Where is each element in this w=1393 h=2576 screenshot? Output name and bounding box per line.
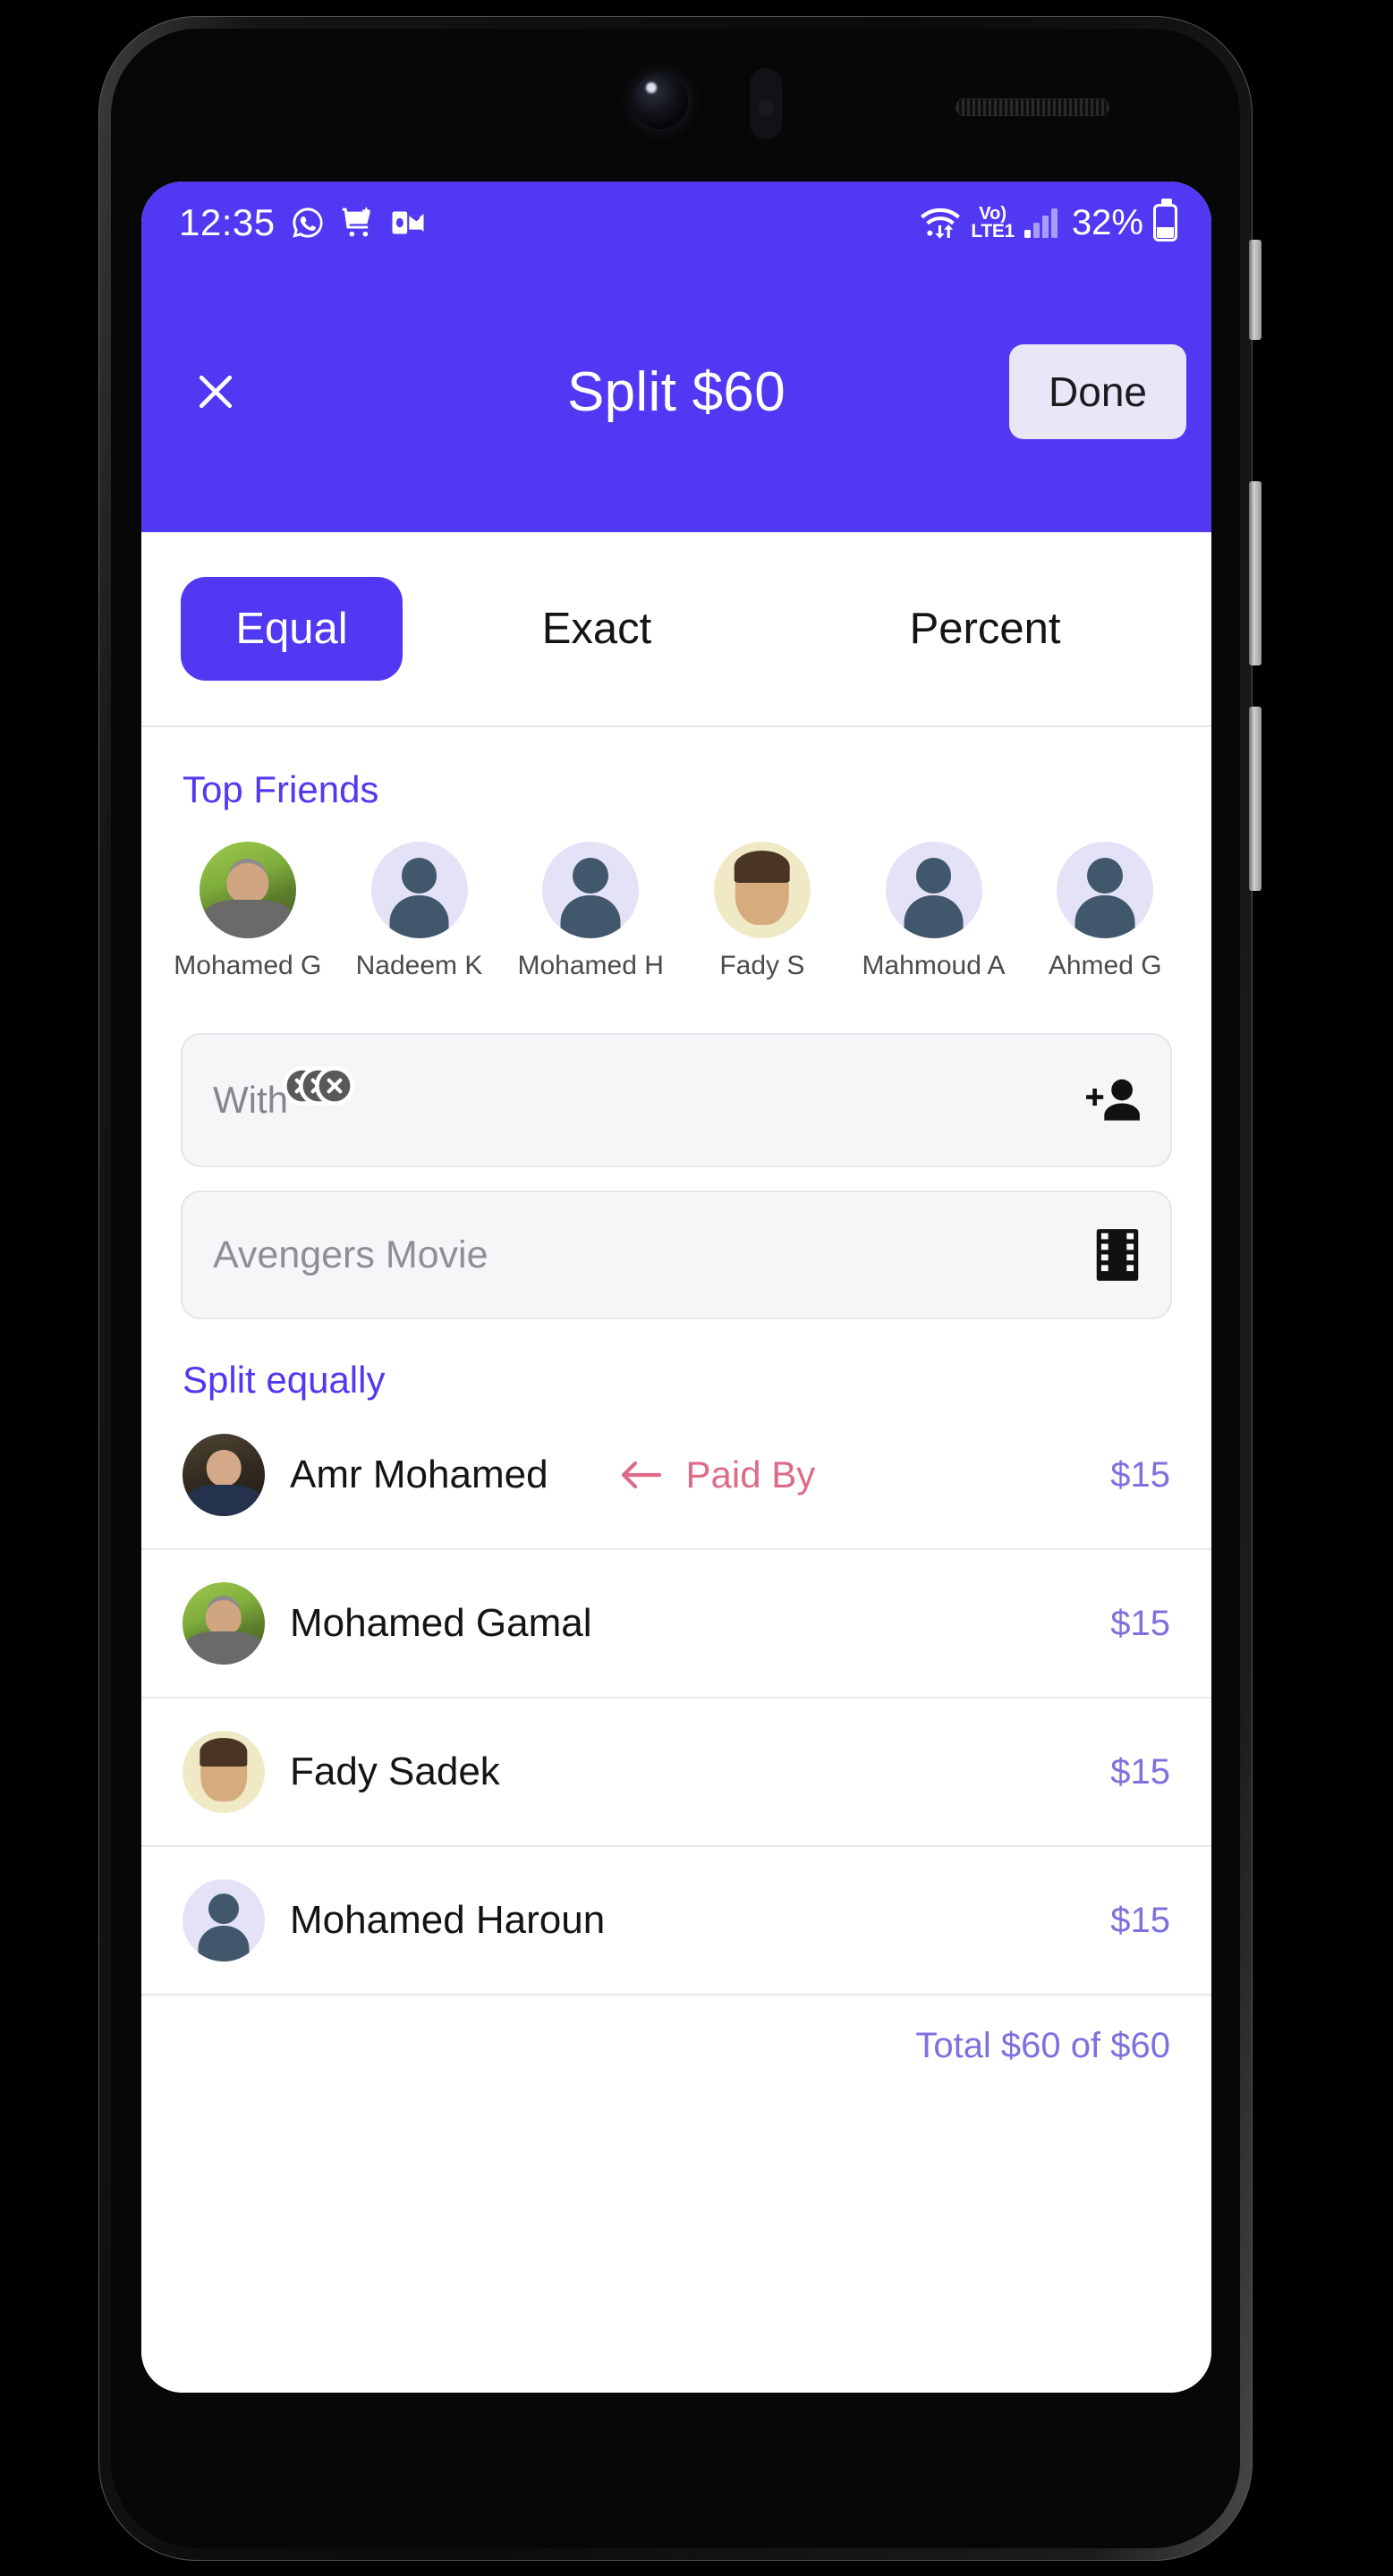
close-icon [199,375,233,409]
selected-participants-bar[interactable]: With [181,1033,1172,1167]
app-header: Split $60 Done [141,264,1211,532]
tab-exact[interactable]: Exact [403,577,791,681]
table-row[interactable]: Fady Sadek $15 [141,1699,1211,1847]
paid-by-badge[interactable]: Paid By [620,1453,816,1496]
volume-down-button[interactable] [1249,707,1261,891]
power-button[interactable] [1249,240,1261,340]
tab-percent[interactable]: Percent [791,577,1179,681]
top-friend-name: Mohamed H [517,951,664,980]
avatar [183,1582,265,1665]
total-summary: Total $60 of $60 [915,2026,1170,2065]
phone-screen: 12:35 Vo) LTE1 32% Split $60 Done Equal … [141,182,1211,2393]
status-bar-left: 12:35 [179,204,426,242]
avatar [183,1879,265,1962]
avatar [183,1434,265,1516]
with-label: With [213,1079,288,1121]
done-button[interactable]: Done [1009,344,1186,439]
top-friends-row: Mohamed G Nadeem K Mohamed H Fady S Mahm… [141,811,1211,1008]
film-strip-icon [1096,1229,1139,1281]
top-friends-label: Top Friends [183,768,379,810]
earpiece-speaker [956,98,1109,116]
avatar [713,842,811,938]
main-content: Top Friends Mohamed G Nadeem K Mohamed H… [141,727,1211,2393]
table-row[interactable]: Mohamed Gamal $15 [141,1550,1211,1699]
close-circle-icon [319,1070,351,1102]
top-friend-item[interactable]: Nadeem K [336,842,503,981]
split-mode-tabs: Equal Exact Percent [141,532,1211,727]
table-row[interactable]: Mohamed Haroun $15 [141,1847,1211,1996]
top-friend-name: Nadeem K [355,951,483,980]
top-friend-name: Fady S [719,951,805,980]
participant-amount: $15 [1110,1751,1170,1792]
top-friend-item[interactable]: Mohamed G [165,842,331,981]
participant-name: Mohamed Gamal [290,1601,592,1645]
participant-name: Amr Mohamed [290,1453,548,1496]
volte-top-text: Vo) [979,203,1007,224]
avatar [1057,842,1154,938]
close-button[interactable] [181,357,251,427]
avatar [885,842,982,938]
participant-amount: $15 [1110,1454,1170,1495]
split-equally-label: Split equally [183,1359,386,1401]
shopping-cart-icon [342,207,370,237]
participant-name: Fady Sadek [290,1750,500,1793]
volte-indicator: Vo) LTE1 [971,203,1015,242]
screenshot-stage: 12:35 Vo) LTE1 32% Split $60 Done Equal … [0,0,1393,2576]
avatar [542,842,640,938]
front-camera-glint [646,82,657,93]
description-field[interactable] [181,1191,1172,1319]
whatsapp-icon [292,208,323,238]
table-row[interactable]: Amr Mohamed Paid By $15 [141,1402,1211,1550]
participant-amount: $15 [1110,1900,1170,1940]
volte-bottom-text: LTE1 [971,220,1015,242]
wifi-icon [921,208,961,239]
paid-by-label: Paid By [685,1453,816,1496]
volume-up-button[interactable] [1249,481,1261,665]
status-bar-right: Vo) LTE1 32% [920,199,1177,243]
arrow-left-icon [621,1461,661,1489]
outlook-icon [392,211,424,234]
description-input[interactable] [213,1233,1091,1277]
avatar [370,842,468,938]
avatar [199,842,296,938]
cellular-signal-icon [1024,208,1057,238]
top-friend-item[interactable]: Fady S [679,842,845,981]
top-friend-name: Mahmoud A [862,951,1006,980]
remove-participant-button[interactable] [315,1066,354,1106]
top-friend-item[interactable]: Mohamed H [507,842,674,981]
proximity-sensor [750,68,782,140]
top-friend-name: Ahmed G [1048,951,1162,980]
add-person-button[interactable] [1079,1068,1143,1132]
participant-amount: $15 [1110,1603,1170,1643]
split-list: Amr Mohamed Paid By $15 Mohamed Gamal $1… [141,1402,1211,1996]
top-friend-name: Mohamed G [174,951,322,980]
participant-name: Mohamed Haroun [290,1898,606,1942]
tab-equal[interactable]: Equal [181,577,403,681]
add-person-icon [1086,1079,1140,1121]
front-camera-lens [633,73,688,129]
status-bar-clock: 12:35 [179,201,276,243]
top-friend-item[interactable]: Ahmed G [1022,842,1188,981]
status-bar: 12:35 Vo) LTE1 32% [141,182,1211,264]
top-friend-item[interactable]: Mahmoud A [851,842,1017,981]
avatar [183,1731,265,1813]
battery-icon [1153,199,1177,242]
battery-percent-label: 32% [1071,202,1143,242]
